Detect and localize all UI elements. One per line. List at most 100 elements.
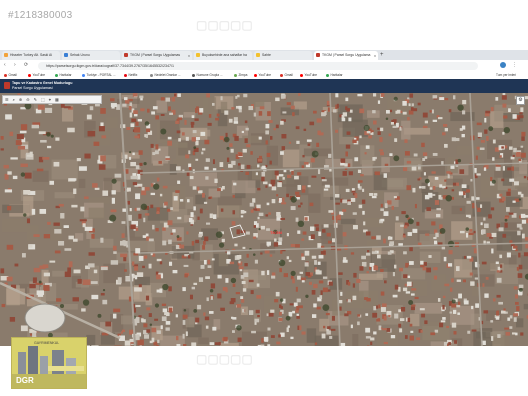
building bbox=[309, 121, 315, 126]
building bbox=[258, 136, 262, 140]
building bbox=[495, 316, 500, 320]
search-icon[interactable]: ⌕ bbox=[13, 97, 15, 102]
reload-icon[interactable]: ⟳ bbox=[24, 61, 28, 70]
menu-dots-icon[interactable]: ⋮ bbox=[512, 61, 517, 70]
bookmark-item[interactable]: Numune Grupla ... bbox=[192, 71, 223, 79]
building bbox=[204, 236, 209, 242]
layers-icon[interactable]: ▦ bbox=[55, 97, 59, 102]
building bbox=[324, 184, 330, 188]
browser-tab[interactable]: Sahte bbox=[254, 51, 312, 60]
bookmark-item[interactable]: Haritalar bbox=[326, 71, 343, 79]
building bbox=[150, 192, 156, 196]
building bbox=[101, 135, 107, 139]
building bbox=[380, 93, 385, 97]
building bbox=[144, 213, 150, 216]
bookmark-favicon-icon bbox=[280, 73, 283, 77]
url-field[interactable]: https://parselsorgu.tkgm.gov.tr/#ara/cog… bbox=[38, 61, 478, 70]
map-block bbox=[54, 192, 75, 199]
locate-icon[interactable]: ⌖ bbox=[49, 97, 51, 102]
building bbox=[289, 303, 294, 306]
building bbox=[100, 266, 108, 271]
building bbox=[278, 237, 283, 242]
building bbox=[372, 312, 378, 318]
bookmark-item[interactable]: Haritalar bbox=[55, 71, 72, 79]
zoom-in-icon[interactable]: ⊕ bbox=[19, 97, 22, 102]
browser-tab[interactable]: Sehak Urunu bbox=[62, 51, 120, 60]
building bbox=[517, 273, 523, 278]
building bbox=[434, 176, 439, 180]
bookmark-item[interactable]: Gmail bbox=[4, 71, 17, 79]
building bbox=[88, 252, 95, 256]
building bbox=[518, 158, 522, 162]
building bbox=[347, 281, 351, 286]
building bbox=[392, 294, 398, 298]
tab-close-icon[interactable]: x bbox=[188, 51, 190, 60]
building bbox=[409, 261, 414, 265]
building bbox=[257, 314, 260, 318]
menu-icon[interactable]: ☰ bbox=[5, 97, 9, 102]
building bbox=[301, 189, 306, 193]
browser-tab[interactable]: Buyuksehirde ana sahaflar ha bbox=[194, 51, 252, 60]
building bbox=[161, 303, 167, 306]
draw-icon[interactable]: ✎ bbox=[34, 97, 37, 102]
satellite-map[interactable]: ☰ ⌕ ⊕ ⊖ ✎ ⬚ ⌖ ▦ ⚙ TKGM bbox=[0, 93, 528, 346]
tab-favicon-icon bbox=[4, 53, 8, 58]
building bbox=[348, 117, 352, 122]
building bbox=[403, 167, 408, 172]
building bbox=[469, 272, 473, 276]
profile-avatar[interactable] bbox=[500, 62, 506, 68]
building bbox=[286, 256, 290, 260]
building bbox=[138, 213, 142, 219]
new-tab-button[interactable]: + bbox=[380, 51, 384, 60]
bookmark-item[interactable]: YouTube bbox=[300, 71, 317, 79]
building bbox=[310, 234, 315, 239]
all-bookmarks-link[interactable]: Tum yer imleri bbox=[496, 71, 516, 79]
tab-close-icon[interactable]: x bbox=[374, 51, 376, 60]
bookmark-item[interactable]: Zimpa bbox=[234, 71, 247, 79]
bookmark-item[interactable]: Gmail bbox=[280, 71, 293, 79]
building bbox=[187, 255, 191, 259]
building bbox=[422, 112, 428, 118]
building bbox=[423, 172, 426, 176]
building bbox=[381, 303, 387, 307]
building bbox=[380, 218, 385, 222]
building bbox=[412, 187, 416, 193]
building bbox=[386, 328, 391, 332]
building bbox=[210, 283, 216, 289]
building bbox=[164, 312, 169, 316]
building bbox=[178, 114, 184, 118]
building bbox=[444, 283, 450, 287]
building bbox=[304, 250, 310, 256]
back-icon[interactable]: ‹ bbox=[4, 61, 6, 70]
forward-icon[interactable]: › bbox=[14, 61, 16, 70]
building bbox=[253, 221, 258, 226]
bookmark-item[interactable]: Turkiye - PORTAL ... bbox=[82, 71, 116, 79]
browser-tab[interactable]: Hisseler Turkey Alt. Saski Ai bbox=[2, 51, 60, 60]
building bbox=[274, 299, 279, 303]
building bbox=[318, 231, 322, 236]
building bbox=[84, 226, 93, 231]
settings-icon[interactable]: ⚙ bbox=[516, 96, 525, 105]
building bbox=[323, 188, 329, 191]
building bbox=[413, 153, 418, 157]
building bbox=[67, 127, 75, 133]
bookmark-item[interactable]: YouTube bbox=[254, 71, 271, 79]
zoom-out-icon[interactable]: ⊖ bbox=[26, 97, 29, 102]
browser-tab-active[interactable]: TKGM | Parsel Sorgu Uygulama x bbox=[314, 51, 378, 60]
bookmark-item[interactable]: YouTube bbox=[28, 71, 45, 79]
tab-label: Sahte bbox=[262, 53, 271, 57]
building bbox=[197, 304, 202, 310]
building bbox=[504, 327, 510, 330]
browser-tab[interactable]: TKGM | Parsel Sorgu Uygulamas x bbox=[122, 51, 192, 60]
bookmark-item[interactable]: Nedelet Oranlar ... bbox=[150, 71, 181, 79]
building bbox=[329, 168, 332, 172]
select-area-icon[interactable]: ⬚ bbox=[41, 97, 45, 102]
building bbox=[245, 231, 250, 235]
building bbox=[176, 130, 181, 134]
building bbox=[159, 288, 163, 293]
building bbox=[345, 144, 351, 149]
building bbox=[439, 97, 445, 101]
building bbox=[310, 158, 315, 163]
bookmark-item[interactable]: Netflix bbox=[124, 71, 137, 79]
tree bbox=[297, 220, 305, 228]
